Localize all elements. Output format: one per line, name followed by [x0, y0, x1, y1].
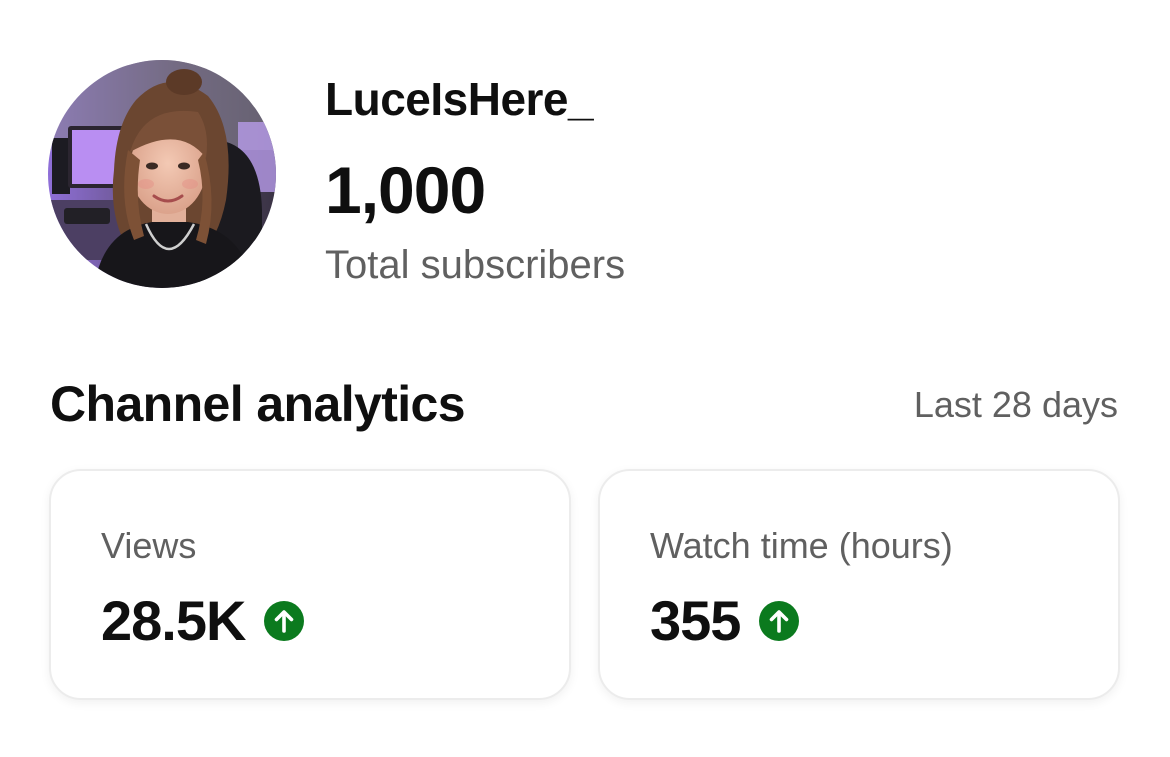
card-value-row: 28.5K	[101, 588, 305, 654]
card-label: Views	[101, 525, 197, 566]
section-title: Channel analytics	[50, 376, 466, 432]
date-range[interactable]: Last 28 days	[914, 383, 1118, 427]
arrow-up-circle-icon	[758, 600, 800, 642]
channel-avatar[interactable]	[48, 60, 276, 288]
arrow-up-circle-icon	[263, 600, 305, 642]
subscriber-count: 1,000	[325, 153, 486, 227]
subscriber-label: Total subscribers	[325, 243, 626, 287]
avatar-image	[48, 60, 276, 288]
watch-time-card[interactable]: Watch time (hours) 355	[598, 469, 1120, 700]
card-value-row: 355	[650, 588, 800, 654]
card-label: Watch time (hours)	[650, 525, 953, 566]
views-card[interactable]: Views 28.5K	[49, 469, 571, 700]
card-value: 28.5K	[101, 589, 246, 652]
card-value: 355	[650, 589, 741, 652]
channel-dashboard: LuceIsHere_ 1,000 Total subscribers Chan…	[0, 0, 1170, 757]
channel-name: LuceIsHere_	[325, 73, 594, 125]
